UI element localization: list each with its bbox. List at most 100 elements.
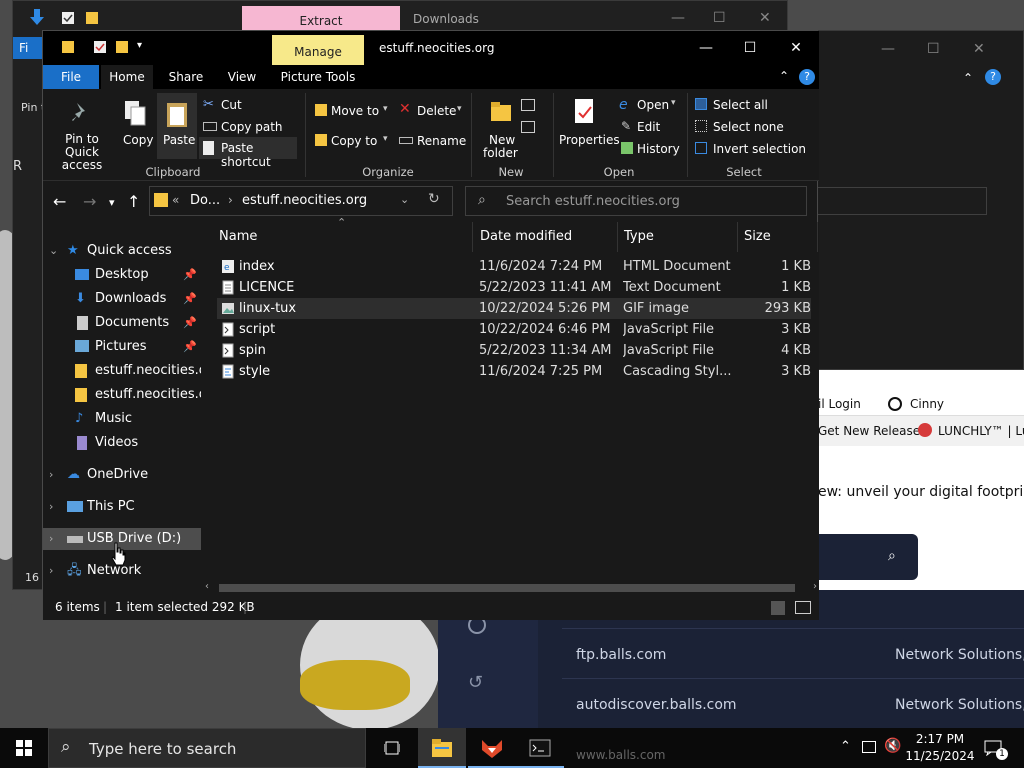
back-arrow-icon[interactable]: ← xyxy=(53,192,66,211)
taskbar-terminal[interactable] xyxy=(516,728,564,768)
new-item-icon[interactable] xyxy=(521,99,535,111)
breadcrumb-current[interactable]: estuff.neocities.org xyxy=(242,193,367,208)
open-button[interactable]: e Open ▾ xyxy=(617,95,681,115)
history-icon[interactable]: ↺ xyxy=(468,672,483,693)
chevron-down-icon[interactable]: ⌄ xyxy=(49,240,58,262)
network-tray-icon[interactable] xyxy=(862,741,876,753)
easy-access-icon[interactable] xyxy=(521,121,535,133)
up-arrow-icon[interactable]: ↑ xyxy=(127,192,140,211)
bookmark-lunchly[interactable]: LUNCHLY™ | Lu xyxy=(938,424,1024,438)
new-folder-qat-icon[interactable] xyxy=(115,40,129,54)
move-to-button[interactable]: Move to ▾ xyxy=(313,101,393,121)
nav-desktop[interactable]: Desktop 📌 xyxy=(43,264,201,286)
nav-pictures[interactable]: Pictures 📌 xyxy=(43,336,201,358)
pin-icon[interactable]: 📌 xyxy=(183,288,197,310)
bookmark-releases[interactable]: Get New Releases xyxy=(818,424,926,438)
close-icon[interactable]: ✕ xyxy=(773,31,819,65)
table-row[interactable]: style 11/6/2024 7:25 PM Cascading Styl..… xyxy=(217,361,811,382)
minimize-icon[interactable]: — xyxy=(683,31,729,65)
bookmark-login[interactable]: il Login xyxy=(818,397,861,411)
large-icons-view-icon[interactable] xyxy=(795,601,811,614)
properties-qat-icon[interactable] xyxy=(93,40,107,54)
column-header-date[interactable]: Date modified xyxy=(474,222,618,252)
address-bar[interactable]: « Do... › estuff.neocities.org ⌄ ↻ xyxy=(149,186,453,216)
taskbar-browser[interactable] xyxy=(468,728,516,768)
qat-dropdown-icon[interactable]: ▾ xyxy=(137,40,142,51)
dns-row[interactable]: ftp.balls.com Network Solutions, L xyxy=(562,628,1024,678)
column-header-size[interactable]: Size xyxy=(738,222,818,252)
pin-icon[interactable]: 📌 xyxy=(183,312,197,334)
back-file-tab[interactable]: Fi xyxy=(13,37,43,59)
table-row[interactable]: e index 11/6/2024 7:24 PM HTML Document … xyxy=(217,256,811,277)
taskbar-search-input[interactable]: ⌕ Type here to search xyxy=(48,728,366,768)
back-maximize-icon[interactable]: ☐ xyxy=(713,10,726,26)
table-row[interactable]: script 10/22/2024 6:46 PM JavaScript Fil… xyxy=(217,319,811,340)
chevron-up-icon[interactable]: ⌃ xyxy=(840,739,851,754)
nav-music[interactable]: ♪ Music xyxy=(43,408,201,430)
edit-button[interactable]: ✎ Edit xyxy=(617,117,681,137)
invert-selection-button[interactable]: Invert selection xyxy=(693,139,813,159)
nav-videos[interactable]: Videos xyxy=(43,432,201,454)
bookmark-cinny[interactable]: Cinny xyxy=(910,397,944,411)
history-button[interactable]: History xyxy=(617,139,681,159)
nav-onedrive[interactable]: › ☁ OneDrive xyxy=(43,464,201,486)
copy-button[interactable]: Copy xyxy=(123,133,153,147)
chevron-right-icon[interactable]: › xyxy=(49,496,53,518)
forward-arrow-icon[interactable]: → xyxy=(83,192,96,211)
table-row[interactable]: spin 5/22/2023 11:34 AM JavaScript File … xyxy=(217,340,811,361)
chevron-right-icon[interactable]: › xyxy=(49,560,53,582)
taskbar-file-explorer[interactable] xyxy=(418,728,466,768)
dns-row[interactable]: autodiscover.balls.com Network Solutions… xyxy=(562,678,1024,728)
paste-button[interactable]: Paste xyxy=(157,93,197,159)
copy-to-button[interactable]: Copy to ▾ xyxy=(313,131,393,151)
clock[interactable]: 2:17 PM 11/25/2024 xyxy=(904,728,976,768)
maximize-icon[interactable]: ☐ xyxy=(727,31,773,65)
breadcrumb-documents[interactable]: Do... xyxy=(190,193,220,208)
back-minimize-icon[interactable]: — xyxy=(671,10,685,26)
tab-home[interactable]: Home xyxy=(101,65,153,89)
nav-folder[interactable]: estuff.neocities.org xyxy=(43,384,201,406)
right-maximize-icon[interactable]: ☐ xyxy=(927,41,940,57)
pin-icon[interactable]: 📌 xyxy=(183,264,197,286)
table-row[interactable]: LICENCE 5/22/2023 11:41 AM Text Document… xyxy=(217,277,811,298)
dns-host[interactable]: ftp.balls.com xyxy=(576,647,666,663)
table-row[interactable]: linux-tux 10/22/2024 5:26 PM GIF image 2… xyxy=(217,298,811,319)
right-background-window[interactable]: — ☐ ✕ ⌃ ? xyxy=(786,30,1024,370)
task-view-button[interactable] xyxy=(368,728,416,768)
address-dropdown-icon[interactable]: ⌄ xyxy=(400,193,409,206)
chevron-right-icon[interactable]: › xyxy=(49,528,53,550)
nav-documents[interactable]: Documents 📌 xyxy=(43,312,201,334)
right-ribbon-collapse-icon[interactable]: ⌃ xyxy=(963,71,973,85)
properties-button[interactable]: Properties xyxy=(557,93,620,159)
start-button[interactable] xyxy=(0,728,48,768)
tab-picture-tools[interactable]: Picture Tools xyxy=(275,65,361,89)
help-icon[interactable]: ? xyxy=(799,69,815,85)
page-search-bar[interactable]: ⌕ xyxy=(818,534,918,580)
details-view-icon[interactable] xyxy=(771,601,785,615)
paste-shortcut-button[interactable]: Paste shortcut xyxy=(199,137,297,169)
tab-file[interactable]: File xyxy=(43,65,99,89)
recent-locations-icon[interactable]: ▾ xyxy=(109,196,115,209)
nav-quick-access[interactable]: ⌄ ★ Quick access xyxy=(43,240,201,262)
ribbon-collapse-icon[interactable]: ⌃ xyxy=(779,69,789,83)
right-help-icon[interactable]: ? xyxy=(985,69,1001,85)
tab-share[interactable]: Share xyxy=(161,65,211,89)
dns-host[interactable]: autodiscover.balls.com xyxy=(576,697,737,713)
titlebar[interactable]: ▾ Manage estuff.neocities.org — ☐ ✕ xyxy=(43,31,819,65)
copy-path-button[interactable]: Copy path xyxy=(201,117,301,137)
volume-muted-icon[interactable]: 🔇 xyxy=(884,738,901,754)
select-all-button[interactable]: Select all xyxy=(693,95,803,115)
delete-button[interactable]: ✕ Delete ▾ xyxy=(397,101,465,121)
right-minimize-icon[interactable]: — xyxy=(881,41,895,57)
pin-icon[interactable]: 📌 xyxy=(183,336,197,358)
nav-folder[interactable]: estuff.neocities.org xyxy=(43,360,201,382)
refresh-icon[interactable]: ↻ xyxy=(428,191,440,207)
file-explorer-window[interactable]: ▾ Manage estuff.neocities.org — ☐ ✕ File… xyxy=(42,30,819,620)
rename-button[interactable]: Rename xyxy=(397,131,466,151)
chevron-right-icon[interactable]: › xyxy=(49,464,53,486)
right-close-icon[interactable]: ✕ xyxy=(973,41,985,57)
horizontal-scrollbar[interactable]: ‹ › xyxy=(203,581,819,595)
nav-this-pc[interactable]: › This PC xyxy=(43,496,201,518)
manage-context-tab[interactable]: Manage xyxy=(272,35,364,65)
cut-button[interactable]: ✂ Cut xyxy=(201,95,297,115)
